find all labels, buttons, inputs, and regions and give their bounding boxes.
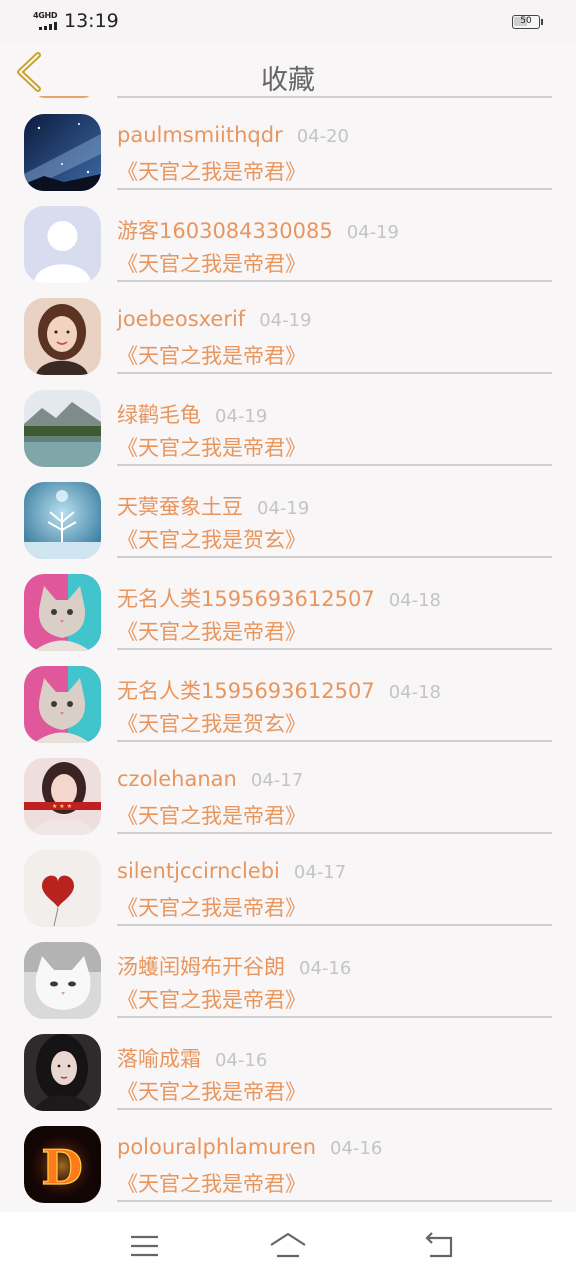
favorite-date: 04-16 [215, 1050, 268, 1071]
battery-icon: 50 [512, 15, 540, 29]
book-title[interactable]: 《天官之我是帝君》 [117, 248, 306, 278]
list-item[interactable]: 落喻成霜 04-16 《天官之我是帝君》 [0, 1016, 576, 1111]
svg-text:★ ★ ★: ★ ★ ★ [52, 803, 72, 810]
book-title[interactable]: 《天官之我是贺玄》 [117, 524, 306, 554]
page-title: 收藏 [261, 65, 315, 96]
favorite-date: 04-16 [299, 958, 352, 979]
back-nav-button[interactable] [420, 1230, 460, 1262]
book-title[interactable]: 《天官之我是帝君》 [117, 1168, 306, 1198]
network-type: 4GHD [33, 11, 58, 20]
list-item[interactable]: 汤蠖闰姆布开谷朗 04-16 《天官之我是帝君》 [0, 924, 576, 1019]
status-time: 13:19 [64, 10, 119, 32]
battery-level: 50 [520, 16, 532, 26]
favorite-date: 04-19 [215, 406, 268, 427]
list-item[interactable]: 绿鹳毛龟 04-19 《天官之我是帝君》 [0, 372, 576, 467]
status-bar: 4GHD 13:19 50 [0, 0, 576, 44]
dark-hair-woman-avatar[interactable] [24, 1034, 101, 1111]
svg-text:D: D [41, 1140, 83, 1196]
menu-icon [131, 1235, 158, 1257]
list-item[interactable]: joebeosxerif 04-19 《天官之我是帝君》 [0, 280, 576, 375]
favorite-date: 04-19 [259, 310, 312, 331]
favorites-list[interactable]: paulmsmiithqdr 04-20 《天官之我是帝君》 游客1603084330… [0, 96, 576, 1210]
kitten-avatar[interactable] [24, 574, 101, 651]
signal-icon: 4GHD [33, 11, 61, 31]
list-item[interactable]: 天蓂蚕象土豆 04-19 《天官之我是贺玄》 [0, 464, 576, 559]
favorite-date: 04-18 [388, 682, 442, 703]
user-name[interactable]: 落喻成霜 [117, 1047, 201, 1071]
default-user-avatar[interactable] [24, 206, 101, 283]
kitten-avatar[interactable] [24, 666, 101, 743]
list-item[interactable]: 无名人类1595693612507 04-18 《天官之我是贺玄》 [0, 648, 576, 743]
row-separator [117, 1200, 552, 1202]
red-heart-avatar[interactable] [24, 850, 101, 927]
book-title[interactable]: 《天官之我是帝君》 [117, 616, 306, 646]
user-name[interactable]: 天蓂蚕象土豆 [117, 495, 243, 519]
home-button[interactable] [268, 1230, 308, 1262]
back-arrow-icon [425, 1232, 453, 1258]
book-title[interactable]: 《天官之我是贺玄》 [117, 708, 306, 738]
user-name[interactable]: 汤蠖闰姆布开谷朗 [117, 955, 285, 979]
user-name[interactable]: czolehanan [117, 767, 237, 791]
user-name[interactable]: paulmsmiithqdr [117, 123, 283, 147]
list-item[interactable]: paulmsmiithqdr 04-20 《天官之我是帝君》 [0, 96, 576, 191]
starry-night-avatar[interactable] [24, 114, 101, 191]
book-title[interactable]: 《天官之我是帝君》 [117, 156, 306, 186]
user-name[interactable]: 无名人类1595693612507 [117, 587, 375, 611]
favorite-date: 04-19 [257, 498, 310, 519]
lake-landscape-avatar[interactable] [24, 390, 101, 467]
girl-photo-avatar[interactable] [24, 298, 101, 375]
list-item[interactable]: silentjccirnclebi 04-17 《天官之我是帝君》 [0, 832, 576, 927]
white-cat-avatar[interactable] [24, 942, 101, 1019]
list-item[interactable]: Dpolouralphlamuren 04-16 《天官之我是帝君》 [0, 1108, 576, 1203]
user-name[interactable]: 游客1603084330085 [117, 219, 333, 243]
woman-photo-avatar[interactable]: ★ ★ ★ [24, 758, 101, 835]
list-item[interactable]: 无名人类1595693612507 04-18 《天官之我是帝君》 [0, 556, 576, 651]
menu-button[interactable] [125, 1230, 165, 1262]
user-name[interactable]: silentjccirnclebi [117, 859, 280, 883]
book-title[interactable]: 《天官之我是帝君》 [117, 340, 306, 370]
book-title[interactable]: 《天官之我是帝君》 [117, 800, 306, 830]
book-title[interactable]: 《天官之我是帝君》 [117, 892, 306, 922]
book-title[interactable]: 《天官之我是帝君》 [117, 1076, 306, 1106]
list-item[interactable]: 游客1603084330085 04-19 《天官之我是帝君》 [0, 188, 576, 283]
snow-globe-tree-avatar[interactable] [24, 482, 101, 559]
list-item[interactable]: ★ ★ ★ czolehanan 04-17 《天官之我是帝君》 [0, 740, 576, 835]
favorite-date: 04-20 [296, 126, 350, 147]
home-icon [270, 1232, 306, 1258]
system-nav-bar [0, 1212, 576, 1280]
user-name[interactable]: 无名人类1595693612507 [117, 679, 375, 703]
favorite-date: 04-17 [250, 770, 304, 791]
user-name[interactable]: polouralphlamuren [117, 1135, 316, 1159]
user-name[interactable]: 绿鹳毛龟 [117, 403, 201, 427]
favorite-date: 04-16 [330, 1138, 383, 1159]
favorite-date: 04-17 [293, 862, 347, 883]
favorite-date: 04-18 [388, 590, 442, 611]
user-name[interactable]: joebeosxerif [117, 307, 245, 331]
book-title[interactable]: 《天官之我是帝君》 [117, 432, 306, 462]
fire-letter-d-avatar[interactable]: D [24, 1126, 101, 1203]
book-title[interactable]: 《天官之我是帝君》 [117, 984, 306, 1014]
header: 收藏 [0, 44, 576, 96]
favorite-date: 04-19 [346, 222, 400, 243]
